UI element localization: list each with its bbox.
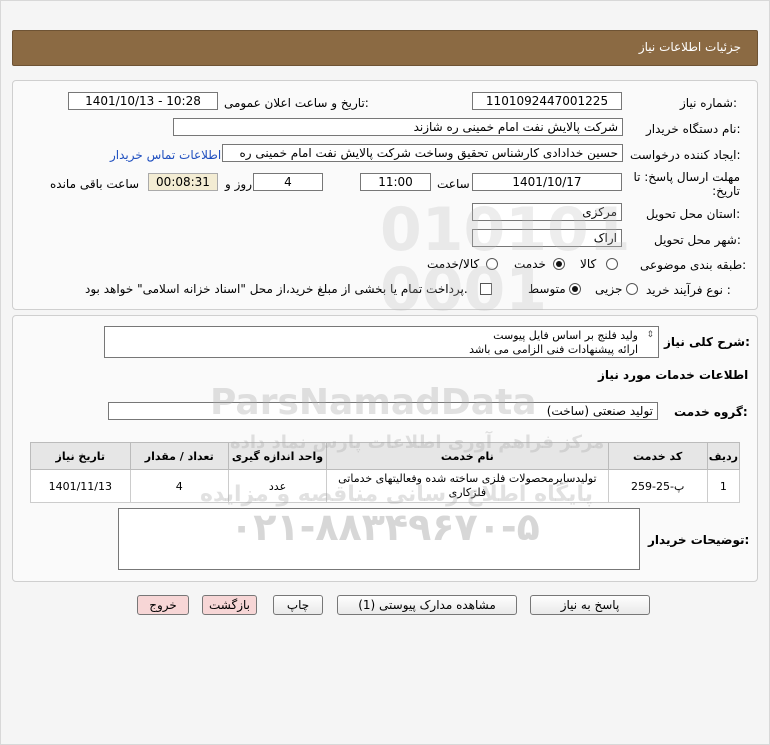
col-date-header: تاریخ نیاز — [30, 442, 131, 470]
cell-qty: 4 — [129, 469, 229, 503]
col-qty-header: تعداد / مقدار — [129, 442, 229, 470]
process-label: نوع فرآیند خرید : — [646, 283, 731, 297]
summary-label: شرح کلی نیاز: — [664, 335, 750, 349]
deadline-date-field: 1401/10/17 — [472, 173, 622, 191]
days-label: روز و — [225, 177, 252, 191]
category-option-both-label: کالا/خدمت — [427, 257, 480, 271]
page-title: جزئیات اطلاعات نیاز — [638, 40, 741, 54]
page-header: جزئیات اطلاعات نیاز — [12, 30, 758, 66]
cell-unit: عدد — [227, 469, 328, 503]
city-label: شهر محل تحویل: — [654, 233, 741, 247]
services-table: تاریخ نیاز تعداد / مقدار واحد اندازه گیر… — [30, 442, 741, 503]
reply-button[interactable]: پاسخ به نیاز — [530, 595, 650, 615]
category-label: طبقه بندی موضوعی: — [640, 258, 747, 272]
process-option-minor-radio[interactable] — [626, 283, 638, 295]
buyer-notes-label: توضیحات خریدار: — [648, 533, 750, 547]
remaining-time-field: 00:08:31 — [148, 173, 218, 191]
category-option-goods-radio[interactable] — [606, 258, 618, 270]
category-option-goods-label: کالا — [580, 257, 597, 271]
treasury-payment-checkbox[interactable] — [480, 283, 492, 295]
col-unit-header: واحد اندازه گیری — [227, 442, 328, 470]
summary-resize-icon: ⇕ — [646, 330, 654, 340]
creator-field: حسین خدادادی کارشناس تحقیق وساخت شرکت پا… — [222, 144, 623, 162]
deadline-label: مهلت ارسال پاسخ: تا تاریخ: — [633, 170, 740, 198]
attachments-button[interactable]: مشاهده مدارک پیوستی (1) — [337, 595, 517, 615]
remaining-label: ساعت باقی مانده — [50, 177, 140, 191]
col-name-header: نام خدمت — [326, 442, 609, 470]
print-button[interactable]: چاپ — [273, 595, 323, 615]
summary-line-1: ولید فلنج بر اساس فایل پیوست — [493, 329, 638, 342]
treasury-payment-note: پرداخت تمام یا بخشی از مبلغ خرید،از محل … — [85, 282, 468, 296]
cell-name: تولیدسایرمحصولات فلزی ساخته شده وفعالیته… — [326, 469, 609, 503]
table-row: 1401/11/13 4 عدد تولیدسایرمحصولات فلزی س… — [30, 469, 741, 503]
process-option-minor-label: جزیی — [595, 282, 623, 296]
city-field: اراک — [472, 229, 622, 247]
services-section-title: اطلاعات خدمات مورد نیاز — [598, 368, 749, 382]
summary-field: ⇕ ولید فلنج بر اساس فایل پیوست ارائه پیش… — [104, 326, 659, 358]
need-number-field: 1101092447001225 — [472, 92, 622, 110]
buyer-org-field: شرکت پالایش نفت امام خمینی ره شازند — [173, 118, 623, 136]
category-option-service-radio[interactable] — [553, 258, 565, 270]
exit-button[interactable]: خروج — [137, 595, 189, 615]
cell-row: 1 — [706, 469, 741, 503]
category-option-both-radio[interactable] — [486, 258, 498, 270]
province-field: مرکزی — [472, 203, 622, 221]
category-option-service-label: خدمت — [514, 257, 546, 271]
announce-field: 1401/10/13 - 10:28 — [68, 92, 218, 110]
province-label: استان محل تحویل: — [646, 207, 741, 221]
buyer-org-label: نام دستگاه خریدار: — [646, 122, 741, 136]
need-number-label: شماره نیاز: — [680, 96, 738, 110]
back-button[interactable]: بازگشت — [202, 595, 257, 615]
deadline-time-field: 11:00 — [360, 173, 431, 191]
col-row-header: ردیف — [706, 442, 741, 470]
time-label: ساعت — [437, 177, 470, 191]
process-option-medium-label: متوسط — [528, 282, 566, 296]
process-option-medium-radio[interactable] — [569, 283, 581, 295]
buyer-contact-link[interactable]: اطلاعات تماس خریدار — [110, 148, 221, 162]
col-code-header: کد خدمت — [607, 442, 708, 470]
service-group-field: تولید صنعتی (ساخت) — [108, 402, 658, 420]
service-group-label: گروه خدمت: — [674, 405, 748, 419]
table-header-row: تاریخ نیاز تعداد / مقدار واحد اندازه گیر… — [30, 442, 741, 470]
creator-label: ایجاد کننده درخواست: — [630, 148, 741, 162]
announce-label: تاریخ و ساعت اعلان عمومی: — [224, 96, 369, 110]
buyer-notes-field — [118, 508, 640, 570]
cell-code: پ-25-259 — [607, 469, 708, 503]
summary-line-2: ارائه پیشنهادات فنی الزامی می باشد — [469, 343, 638, 356]
cell-date: 1401/11/13 — [30, 469, 131, 503]
days-field: 4 — [253, 173, 323, 191]
